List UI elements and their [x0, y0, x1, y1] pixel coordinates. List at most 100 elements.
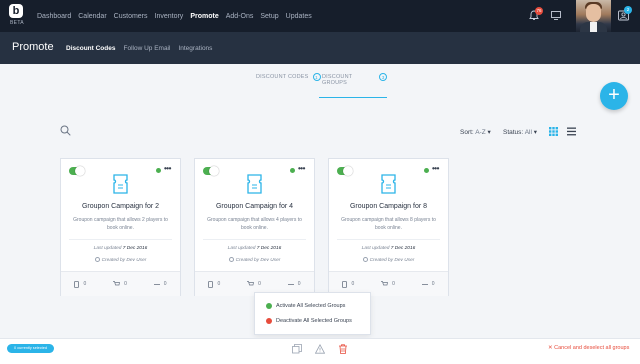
last-updated: Last updated 7 Dec 2016 [329, 246, 448, 251]
avatar-shirt [590, 22, 597, 32]
updated-label: Last updated [93, 246, 122, 251]
stat-value: 0 [392, 281, 395, 287]
cart-icon [381, 281, 389, 286]
tab-discount-codes[interactable]: DISCOUNT CODES 1 [256, 73, 321, 98]
nav-setup[interactable]: Setup [260, 13, 278, 20]
group-card[interactable]: ••• Groupon Campaign for 4 Groupon campa… [194, 158, 315, 296]
minus-icon [153, 283, 160, 285]
group-name: Groupon Campaign for 8 [349, 203, 428, 210]
phone-icon [74, 280, 80, 288]
stat-item: 0 [421, 281, 435, 287]
subnav-follow-up-email[interactable]: Follow Up Email [123, 45, 170, 52]
updated-date: 7 Dec 2016 [122, 246, 148, 251]
nav-dashboard[interactable]: Dashboard [37, 13, 71, 20]
ticket-icon [381, 174, 396, 194]
user-icon [228, 257, 234, 262]
stat-item: 0 [287, 281, 301, 287]
stat-value: 0 [124, 281, 127, 287]
last-updated: Last updated 7 Dec 2016 [195, 246, 314, 251]
user-avatar[interactable] [576, 0, 611, 32]
more-options-icon[interactable]: ••• [164, 164, 171, 173]
nav-calendar[interactable]: Calendar [78, 13, 106, 20]
section-nav: Discount Codes Follow Up Email Integrati… [66, 32, 220, 64]
beta-label: BETA [10, 20, 24, 26]
group-description: Groupon campaign that allows 4 players t… [207, 217, 302, 231]
tab-label: DISCOUNT GROUPS [322, 74, 353, 86]
more-options-icon[interactable]: ••• [432, 164, 439, 173]
nav-promote[interactable]: Promote [190, 13, 218, 20]
stat-value: 0 [217, 281, 221, 287]
nav-inventory[interactable]: Inventory [155, 13, 184, 20]
cancel-label: Cancel and deselect all groups [554, 345, 630, 351]
sort-value: A-Z [475, 129, 486, 136]
monitor-icon[interactable] [551, 11, 561, 20]
active-toggle[interactable] [69, 166, 85, 176]
card-stats: 0 0 0 [61, 271, 180, 296]
warning-icon[interactable] [315, 344, 325, 354]
section-header: Promote Discount Codes Follow Up Email I… [0, 32, 640, 64]
phone-icon [208, 280, 214, 288]
status-dropdown[interactable]: Status: All ▾ [503, 128, 537, 136]
active-toggle[interactable] [203, 166, 219, 176]
nav-customers[interactable]: Customers [114, 13, 148, 20]
minus-icon [421, 283, 428, 285]
sort-label: Sort: [460, 129, 474, 136]
activate-all-option[interactable]: Activate All Selected Groups [266, 303, 345, 309]
divider [337, 239, 440, 240]
chevron-down-icon: ▾ [533, 129, 537, 136]
more-options-icon[interactable]: ••• [298, 164, 305, 173]
created-by: Created by Dev User [329, 257, 448, 263]
phone-icon [342, 280, 348, 288]
created-by-text: Created by Dev User [101, 258, 147, 263]
duplicate-icon[interactable] [292, 344, 302, 354]
status-value: All [524, 129, 532, 136]
stat-item: 0 [342, 280, 355, 288]
stat-item: 0 [113, 281, 127, 287]
grid-view-icon[interactable] [549, 127, 558, 136]
cancel-selection-link[interactable]: ✕ Cancel and deselect all groups [548, 345, 629, 351]
created-by-text: Created by Dev User [369, 258, 415, 263]
stat-item: 0 [74, 280, 86, 288]
deactivate-all-option[interactable]: Deactivate All Selected Groups [266, 318, 352, 324]
status-dot [156, 168, 161, 173]
close-icon: ✕ [548, 345, 553, 351]
user-icon [362, 257, 368, 262]
group-name: Groupon Campaign for 4 [215, 203, 294, 210]
deactivate-all-label: Deactivate All Selected Groups [276, 318, 352, 324]
ticket-icon [113, 174, 128, 194]
status-dot [290, 168, 295, 173]
stat-value: 0 [258, 281, 261, 287]
tab-count: 3 [379, 73, 387, 81]
stat-value: 0 [297, 281, 301, 287]
status-label: Status: [503, 129, 524, 136]
add-group-button[interactable]: + [600, 82, 628, 110]
updated-date: 7 Dec 2016 [390, 246, 416, 251]
group-card[interactable]: ••• Groupon Campaign for 8 Groupon campa… [328, 158, 449, 296]
list-view-icon[interactable] [567, 127, 576, 136]
nav-add-ons[interactable]: Add-Ons [226, 13, 254, 20]
app-logo[interactable]: b BETA [9, 4, 25, 28]
group-description: Groupon campaign that allows 8 players t… [341, 217, 436, 231]
updated-date: 7 Dec 2016 [256, 246, 282, 251]
trash-icon[interactable] [338, 344, 348, 354]
red-dot-icon [266, 318, 272, 324]
divider [69, 239, 172, 240]
search-icon[interactable] [60, 125, 71, 136]
stat-value: 0 [351, 281, 355, 287]
stat-value: 0 [431, 281, 435, 287]
avatar-face [586, 4, 601, 22]
status-dot [424, 168, 429, 173]
subnav-integrations[interactable]: Integrations [178, 45, 212, 52]
created-by: Created by Dev User [61, 257, 180, 263]
sort-dropdown[interactable]: Sort: A-Z ▾ [460, 128, 491, 136]
tab-discount-groups[interactable]: DISCOUNT GROUPS 3 [319, 73, 387, 98]
active-toggle[interactable] [337, 166, 353, 176]
created-by-text: Created by Dev User [235, 258, 281, 263]
logo-mark: b [9, 4, 23, 18]
group-card[interactable]: ••• Groupon Campaign for 2 Groupon campa… [60, 158, 181, 296]
subnav-discount-codes[interactable]: Discount Codes [66, 45, 115, 52]
chevron-down-icon: ▾ [487, 129, 491, 136]
nav-updates[interactable]: Updates [286, 13, 312, 20]
cart-icon [247, 281, 255, 286]
notification-badge: 76 [535, 7, 543, 15]
